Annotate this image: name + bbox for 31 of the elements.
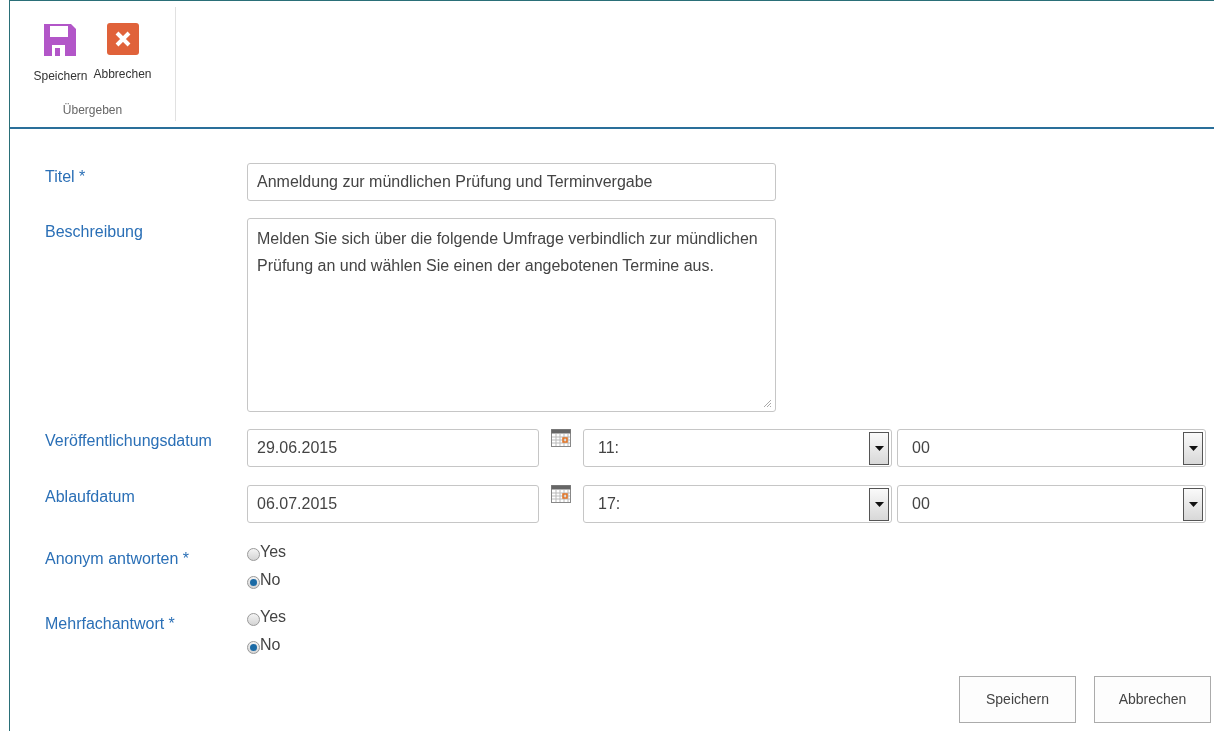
time-dropdown[interactable]: 00 bbox=[897, 485, 1206, 523]
calendar-icon[interactable] bbox=[551, 485, 571, 503]
field-label: Veröffentlichungsdatum bbox=[45, 431, 213, 451]
cancel-button[interactable]: Abbrechen bbox=[93, 23, 152, 85]
date-field[interactable]: 06.07.2015 bbox=[247, 485, 539, 523]
description-field[interactable]: Melden Sie sich über die folgende Umfrage verbindlich zur mündlichen Prüfung an und wählen Sie einen der angebotenen Termine aus. bbox=[247, 218, 776, 412]
cancel-button[interactable]: Abbrechen bbox=[1094, 676, 1211, 723]
calendar-icon[interactable] bbox=[551, 429, 571, 447]
field-label: Anonym antworten * bbox=[45, 549, 191, 569]
field-label: Titel * bbox=[45, 167, 87, 187]
radio-button[interactable] bbox=[247, 641, 260, 654]
resize-grip-icon[interactable] bbox=[763, 399, 772, 408]
field-label: Ablaufdatum bbox=[45, 487, 136, 507]
date-field[interactable]: 29.06.2015 bbox=[247, 429, 539, 467]
radio-label: No bbox=[260, 570, 281, 590]
radio-button[interactable] bbox=[247, 548, 260, 561]
time-dropdown[interactable]: 11: bbox=[583, 429, 892, 467]
close-icon bbox=[106, 23, 139, 55]
radio-button[interactable] bbox=[247, 576, 260, 589]
radio-label: Yes bbox=[260, 607, 287, 627]
radio-label: No bbox=[260, 635, 281, 655]
time-dropdown[interactable]: 17: bbox=[583, 485, 892, 523]
title-field[interactable]: Anmeldung zur mündlichen Prüfung und Terminvergabe bbox=[247, 163, 776, 201]
time-dropdown[interactable]: 00 bbox=[897, 429, 1206, 467]
radio-label: Yes bbox=[260, 542, 287, 562]
field-label: Mehrfachantwort * bbox=[45, 614, 176, 634]
radio-button[interactable] bbox=[247, 613, 260, 626]
ribbon-group-label: Übergeben bbox=[62, 102, 123, 119]
save-button[interactable]: Speichern bbox=[959, 676, 1076, 723]
field-label: Beschreibung bbox=[45, 222, 144, 242]
save-button[interactable]: Speichern bbox=[33, 23, 88, 85]
